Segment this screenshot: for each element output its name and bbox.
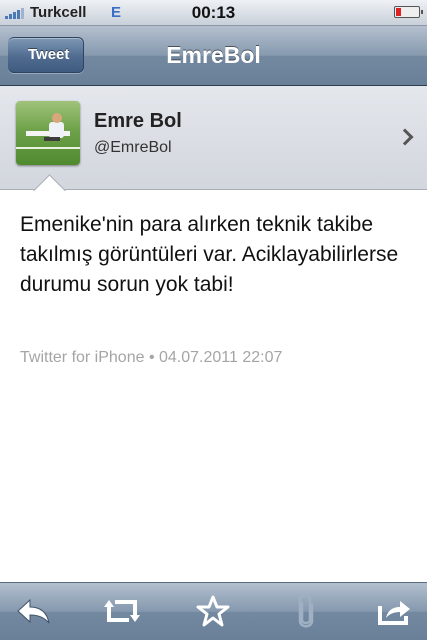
attach-button[interactable] [284, 591, 328, 631]
paperclip-icon [298, 594, 314, 628]
tweet-meta: Twitter for iPhone • 04.07.2011 22:07 [20, 349, 283, 366]
back-button[interactable]: Tweet [8, 37, 85, 73]
tweet-text: Emenike'nin para alırken teknik takibe t… [20, 213, 399, 296]
reply-button[interactable] [12, 591, 56, 631]
bottom-toolbar [0, 582, 427, 640]
profile-handle: @EmreBol [94, 139, 172, 156]
signal-icon [5, 8, 24, 19]
profile-name: Emre Bol [94, 110, 182, 132]
share-button[interactable] [372, 591, 416, 631]
star-icon [196, 595, 230, 627]
reply-icon [17, 598, 50, 624]
navigation-bar: Tweet EmreBol [0, 26, 427, 86]
network-type: E [111, 4, 122, 21]
share-icon [378, 601, 410, 625]
retweet-button[interactable] [100, 591, 144, 631]
chevron-right-icon [396, 128, 414, 146]
profile-header[interactable]: Emre Bol @EmreBol [0, 86, 427, 190]
avatar [16, 101, 80, 165]
retweet-icon [104, 600, 140, 622]
carrier-name: Turkcell [30, 4, 87, 21]
favorite-button[interactable] [191, 591, 235, 631]
status-bar: Turkcell E 00:13 [0, 0, 427, 26]
battery-icon [394, 6, 423, 18]
back-button-label: Tweet [28, 46, 70, 63]
